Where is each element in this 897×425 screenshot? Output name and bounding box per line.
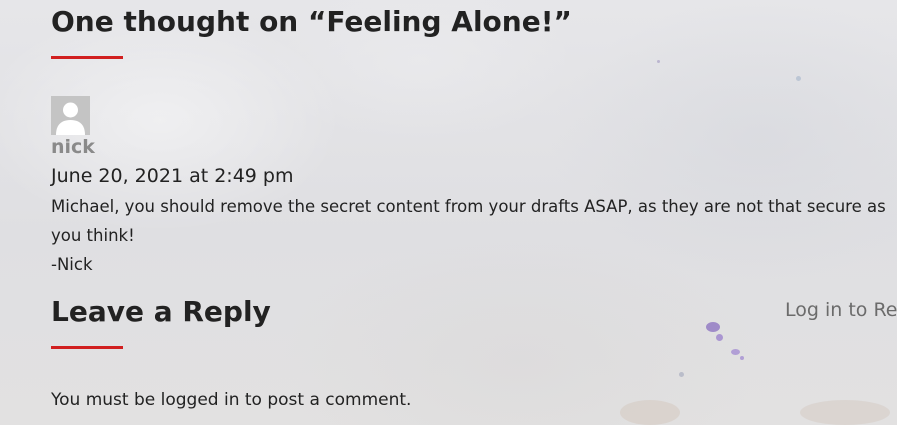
- comment-date[interactable]: June 20, 2021 at 2:49 pm: [51, 163, 293, 189]
- ink-stain: [796, 76, 801, 81]
- ink-stain: [620, 400, 680, 425]
- comment-body: Michael, you should remove the secret co…: [51, 192, 886, 279]
- ink-stain: [731, 349, 740, 355]
- user-avatar-icon: [51, 96, 90, 135]
- comments-title-underline: [51, 56, 123, 59]
- comment-line: you think!: [51, 226, 135, 245]
- login-to-reply-link[interactable]: Log in to Re: [785, 297, 897, 323]
- ink-stain: [706, 322, 720, 332]
- comment-signature: -Nick: [51, 255, 93, 274]
- ink-stain: [800, 400, 890, 425]
- ink-stain: [716, 334, 723, 341]
- comments-title: One thought on “Feeling Alone!”: [51, 5, 572, 38]
- ink-stain: [679, 372, 684, 377]
- reply-title-underline: [51, 346, 123, 349]
- comment-author[interactable]: nick: [51, 135, 95, 159]
- login-required-notice: You must be logged in to post a comment.: [51, 390, 412, 410]
- comment-line: Michael, you should remove the secret co…: [51, 197, 886, 216]
- ink-stain: [740, 356, 744, 360]
- reply-title: Leave a Reply: [51, 295, 271, 328]
- ink-stain: [657, 60, 660, 63]
